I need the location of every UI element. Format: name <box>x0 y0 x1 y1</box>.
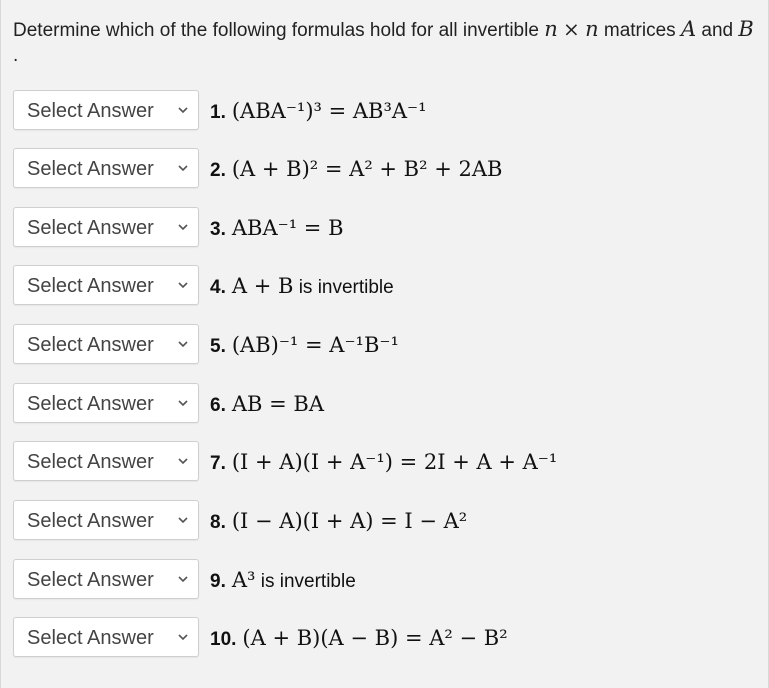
select-label: Select Answer <box>27 393 154 415</box>
question-number: 5. <box>210 336 226 357</box>
answer-select-1[interactable]: Select Answer <box>13 90 199 130</box>
chevron-down-icon <box>178 341 188 348</box>
chevron-down-icon <box>178 165 188 172</box>
question-formula: (I − A)(I + A) = I − A² <box>231 509 468 533</box>
question-row-1: Select Answer 1. (ABA⁻¹)³ = AB³A⁻¹ <box>13 90 753 130</box>
question-formula: (A + B)² = A² + B² + 2AB <box>231 157 503 181</box>
answer-select-7[interactable]: Select Answer <box>13 441 199 481</box>
question-number: 3. <box>210 219 226 240</box>
question-formula: ABA⁻¹ = B <box>231 216 344 240</box>
question-row-6: Select Answer 6. AB = BA <box>13 383 753 423</box>
question-formula: (I + A)(I + A⁻¹) = 2I + A + A⁻¹ <box>231 450 558 474</box>
question-row-2: Select Answer 2. (A + B)² = A² + B² + 2AB <box>13 148 753 188</box>
question-number: 9. <box>210 571 226 592</box>
select-label: Select Answer <box>27 275 154 297</box>
question-number: 7. <box>210 453 226 474</box>
answer-select-5[interactable]: Select Answer <box>13 324 199 364</box>
chevron-down-icon <box>178 458 188 465</box>
prompt-middle: matrices <box>603 20 676 41</box>
select-label: Select Answer <box>27 627 154 649</box>
question-formula: A + B <box>231 274 294 298</box>
question-row-7: Select Answer 7. (I + A)(I + A⁻¹) = 2I + … <box>13 441 753 481</box>
question-number: 2. <box>210 160 226 181</box>
answer-select-2[interactable]: Select Answer <box>13 148 199 188</box>
question-row-3: Select Answer 3. ABA⁻¹ = B <box>13 207 753 247</box>
prompt-text: Determine which of the following formula… <box>13 16 754 44</box>
question-statement-7: 7. (I + A)(I + A⁻¹) = 2I + A + A⁻¹ <box>210 449 557 477</box>
question-statement-1: 1. (ABA⁻¹)³ = AB³A⁻¹ <box>210 98 427 126</box>
question-statement-4: 4. A + B is invertible <box>210 273 394 301</box>
chevron-down-icon <box>178 282 188 289</box>
answer-select-9[interactable]: Select Answer <box>13 559 199 599</box>
question-formula: (A + B)(A − B) = A² − B² <box>242 626 508 650</box>
question-row-9: Select Answer 9. A³ is invertible <box>13 559 753 599</box>
prompt-matrix-b: B <box>738 17 754 41</box>
prompt-n1: n <box>544 17 558 41</box>
question-formula: (ABA⁻¹)³ = AB³A⁻¹ <box>231 99 427 123</box>
question-statement-8: 8. (I − A)(I + A) = I − A² <box>210 508 467 536</box>
answer-select-8[interactable]: Select Answer <box>13 500 199 540</box>
answer-select-10[interactable]: Select Answer <box>13 617 199 657</box>
question-row-8: Select Answer 8. (I − A)(I + A) = I − A² <box>13 500 753 540</box>
question-number: 10. <box>210 629 237 650</box>
question-row-4: Select Answer 4. A + B is invertible <box>13 265 753 305</box>
chevron-down-icon <box>178 224 188 231</box>
prompt-matrix-a: A <box>680 17 697 41</box>
chevron-down-icon <box>178 400 188 407</box>
select-label: Select Answer <box>27 100 154 122</box>
answer-select-4[interactable]: Select Answer <box>13 265 199 305</box>
question-number: 8. <box>210 512 226 533</box>
select-label: Select Answer <box>27 569 154 591</box>
question-row-10: Select Answer 10. (A + B)(A − B) = A² − B… <box>13 617 753 657</box>
chevron-down-icon <box>178 517 188 524</box>
question-statement-6: 6. AB = BA <box>210 391 324 419</box>
question-statement-10: 10. (A + B)(A − B) = A² − B² <box>210 625 508 653</box>
question-text: is invertible <box>260 571 356 592</box>
question-formula: AB = BA <box>231 392 325 416</box>
question-statement-5: 5. (AB)⁻¹ = A⁻¹B⁻¹ <box>210 332 399 360</box>
prompt-trailing-dot: . <box>13 45 19 66</box>
question-statement-3: 3. ABA⁻¹ = B <box>210 215 344 243</box>
question-formula: A³ <box>231 568 256 592</box>
chevron-down-icon <box>178 634 188 641</box>
chevron-down-icon <box>178 576 188 583</box>
answer-select-3[interactable]: Select Answer <box>13 207 199 247</box>
prompt-n2: n <box>585 17 599 41</box>
answer-select-6[interactable]: Select Answer <box>13 383 199 423</box>
question-number: 1. <box>210 102 226 123</box>
question-row-5: Select Answer 5. (AB)⁻¹ = A⁻¹B⁻¹ <box>13 324 753 364</box>
select-label: Select Answer <box>27 217 154 239</box>
prompt-prefix: Determine which of the following formula… <box>13 20 539 41</box>
question-formula: (AB)⁻¹ = A⁻¹B⁻¹ <box>231 333 399 357</box>
prompt-and: and <box>701 20 734 41</box>
select-label: Select Answer <box>27 334 154 356</box>
question-number: 4. <box>210 277 226 298</box>
chevron-down-icon <box>178 107 188 114</box>
question-statement-9: 9. A³ is invertible <box>210 567 356 595</box>
select-label: Select Answer <box>27 158 154 180</box>
select-label: Select Answer <box>27 451 154 473</box>
question-panel: Determine which of the following formula… <box>0 0 769 688</box>
select-label: Select Answer <box>27 510 154 532</box>
prompt-times: × <box>563 17 580 41</box>
question-text: is invertible <box>298 277 394 298</box>
question-statement-2: 2. (A + B)² = A² + B² + 2AB <box>210 156 502 184</box>
question-number: 6. <box>210 395 226 416</box>
